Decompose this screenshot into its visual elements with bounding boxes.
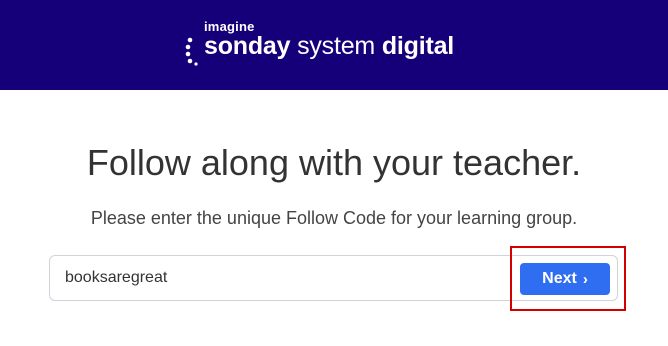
sonday-logo: imagine sonday system digital (185, 18, 485, 68)
next-button[interactable]: Next › (520, 263, 610, 295)
logo-wordmark: sonday system digital (204, 32, 454, 61)
logo-word-digital: digital (381, 32, 455, 60)
logo-word-sonday: sonday (204, 32, 291, 60)
app-header: imagine sonday system digital (0, 0, 668, 90)
chevron-right-icon: › (582, 270, 588, 288)
follow-code-form: Next › (49, 255, 618, 301)
logo-word-system: system (297, 32, 376, 60)
logo-dots-icon (185, 37, 198, 66)
instruction-text: Please enter the unique Follow Code for … (90, 208, 578, 228)
next-button-label: Next (542, 270, 577, 287)
page-title: Follow along with your teacher. (86, 142, 582, 183)
follow-code-input[interactable] (51, 257, 511, 299)
